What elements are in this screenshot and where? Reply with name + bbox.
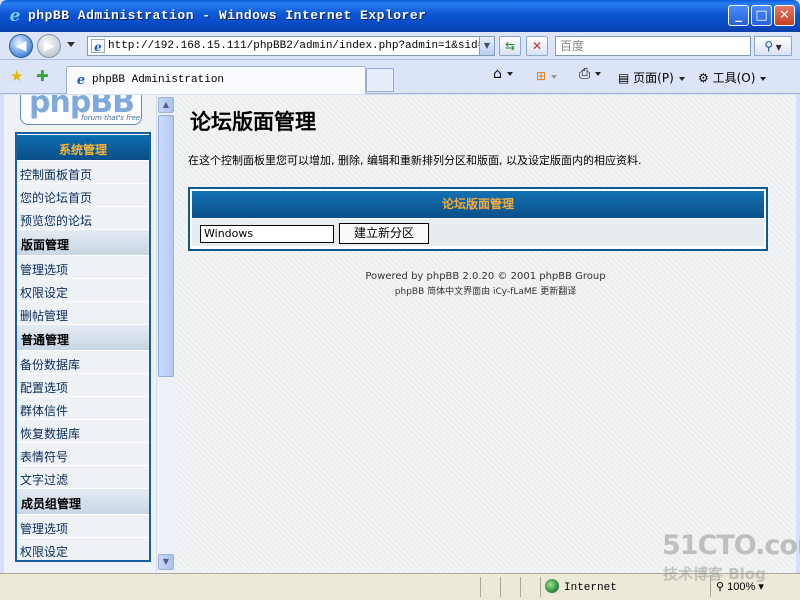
security-zone: Internet	[545, 579, 617, 594]
tab-phpbb-admin[interactable]: e phpBB Administration	[66, 66, 366, 94]
scroll-up-button[interactable]: ▲	[158, 97, 174, 113]
panel-header: 论坛版面管理	[192, 191, 764, 218]
close-button[interactable]: ✕	[774, 5, 795, 26]
admin-menu: 系统管理 控制面板首页 您的论坛首页 预览您的论坛 版面管理 管理选项 权限设定 删帖管理 普通…	[15, 132, 151, 562]
menu-item[interactable]: 文字过滤	[17, 465, 149, 488]
address-dropdown-button[interactable]: ▼	[479, 37, 494, 55]
tools-menu[interactable]: ⚙ 工具(O)	[698, 69, 767, 86]
tab-toolbar: ★ ✚ e phpBB Administration ⌂ ⊞ ⎙ ▤ 页面(P)…	[0, 60, 800, 94]
menu-item[interactable]: 管理选项	[17, 514, 149, 537]
menu-item[interactable]: 权限设定	[17, 537, 149, 560]
history-dropdown-icon[interactable]	[67, 42, 75, 47]
scroll-thumb[interactable]	[158, 115, 174, 377]
refresh-button[interactable]: ⇆	[499, 36, 521, 56]
create-category-button[interactable]: 建立新分区	[339, 223, 429, 244]
menu-item[interactable]: 配置选项	[17, 373, 149, 396]
stop-button[interactable]: ✕	[526, 36, 548, 56]
menu-section-header: 普通管理	[17, 324, 149, 350]
scroll-down-button[interactable]: ▼	[158, 554, 174, 570]
menu-item[interactable]: 群体信件	[17, 396, 149, 419]
zone-label: Internet	[564, 582, 617, 594]
window-titlebar: e phpBB Administration - Windows Interne…	[0, 0, 800, 32]
panel-row: Windows 建立新分区	[192, 219, 764, 246]
category-name-input[interactable]: Windows	[200, 225, 334, 243]
globe-icon	[545, 579, 559, 593]
menu-section-header: 版面管理	[17, 229, 149, 255]
main-frame: 论坛版面管理 在这个控制面板里您可以增加, 删除, 编辑和重新排列分区和版面, …	[175, 95, 796, 573]
ie-icon: e	[9, 6, 21, 26]
zoom-level[interactable]: ⚲ 100% ▾	[716, 580, 764, 593]
logo-tagline: forum that's free	[81, 114, 141, 122]
left-scrollbar[interactable]: ▲ ▼	[156, 95, 174, 573]
page-menu-label: 页面(P)	[633, 71, 674, 85]
page-content: phpBB forum that's free 系统管理 控制面板首页 您的论坛首页…	[4, 95, 796, 573]
new-tab-button[interactable]	[366, 68, 394, 92]
status-bar: Internet ⚲ 100% ▾	[0, 573, 800, 600]
menu-item[interactable]: 管理选项	[17, 255, 149, 278]
menu-item[interactable]: 恢复数据库	[17, 419, 149, 442]
left-nav-frame: phpBB forum that's free 系统管理 控制面板首页 您的论坛首页…	[4, 95, 175, 573]
menu-item[interactable]: 权限设定	[17, 278, 149, 301]
address-text: http://192.168.15.111/phpBB2/admin/index…	[108, 40, 495, 52]
page-icon: e	[91, 39, 105, 54]
address-toolbar: ◀ ▶ e http://192.168.15.111/phpBB2/admin…	[0, 32, 800, 60]
menu-item[interactable]: 您的论坛首页	[17, 183, 149, 206]
favorites-star-icon[interactable]: ★	[10, 68, 23, 84]
ie-tab-icon: e	[76, 73, 86, 88]
back-button[interactable]: ◀	[9, 34, 33, 58]
forum-admin-panel: 论坛版面管理 Windows 建立新分区	[188, 187, 768, 251]
tab-label: phpBB Administration	[92, 74, 225, 86]
menu-item[interactable]: 表情符号	[17, 442, 149, 465]
gear-icon: ⚙	[698, 71, 709, 85]
page-menu[interactable]: ▤ 页面(P)	[618, 69, 685, 86]
minimize-button[interactable]: _	[728, 5, 749, 26]
zoom-value: 100%	[727, 581, 756, 593]
menu-item[interactable]: 删帖管理	[17, 301, 149, 324]
page-description: 在这个控制面板里您可以增加, 删除, 编辑和重新排列分区和版面, 以及设定版面内…	[188, 154, 642, 167]
menu-item[interactable]: 预览您的论坛	[17, 206, 149, 229]
status-cell	[500, 577, 520, 597]
home-icon[interactable]: ⌂	[493, 66, 513, 82]
feeds-icon[interactable]: ⊞	[536, 69, 558, 83]
print-icon[interactable]: ⎙	[579, 66, 602, 82]
footer-powered-by: Powered by phpBB 2.0.20 © 2001 phpBB Gro…	[365, 271, 606, 282]
menu-item[interactable]: 控制面板首页	[17, 160, 149, 183]
phpbb-logo[interactable]: phpBB forum that's free	[20, 95, 142, 125]
maximize-button[interactable]: □	[751, 5, 772, 26]
search-input[interactable]: 百度	[555, 36, 751, 56]
page-menu-icon: ▤	[618, 71, 630, 85]
status-cell	[520, 577, 540, 597]
menu-section-header: 系统管理	[17, 134, 149, 160]
search-icon: ⚲	[764, 39, 774, 53]
page-title: 论坛版面管理	[190, 110, 316, 134]
window-title: phpBB Administration - Windows Internet …	[28, 8, 427, 23]
zoom-icon: ⚲	[716, 581, 728, 593]
tools-menu-label: 工具(O)	[712, 71, 756, 85]
address-input[interactable]: e http://192.168.15.111/phpBB2/admin/ind…	[87, 36, 495, 56]
menu-item[interactable]: 备份数据库	[17, 350, 149, 373]
status-cell	[480, 577, 500, 597]
footer-translation: phpBB 简体中文界面由 iCy-fLaME 更新翻译	[394, 287, 577, 297]
menu-section-header: 成员组管理	[17, 488, 149, 514]
search-button[interactable]: ⚲ ▼	[754, 36, 792, 56]
forward-button[interactable]: ▶	[37, 34, 61, 58]
add-favorites-icon[interactable]: ✚	[36, 68, 49, 84]
